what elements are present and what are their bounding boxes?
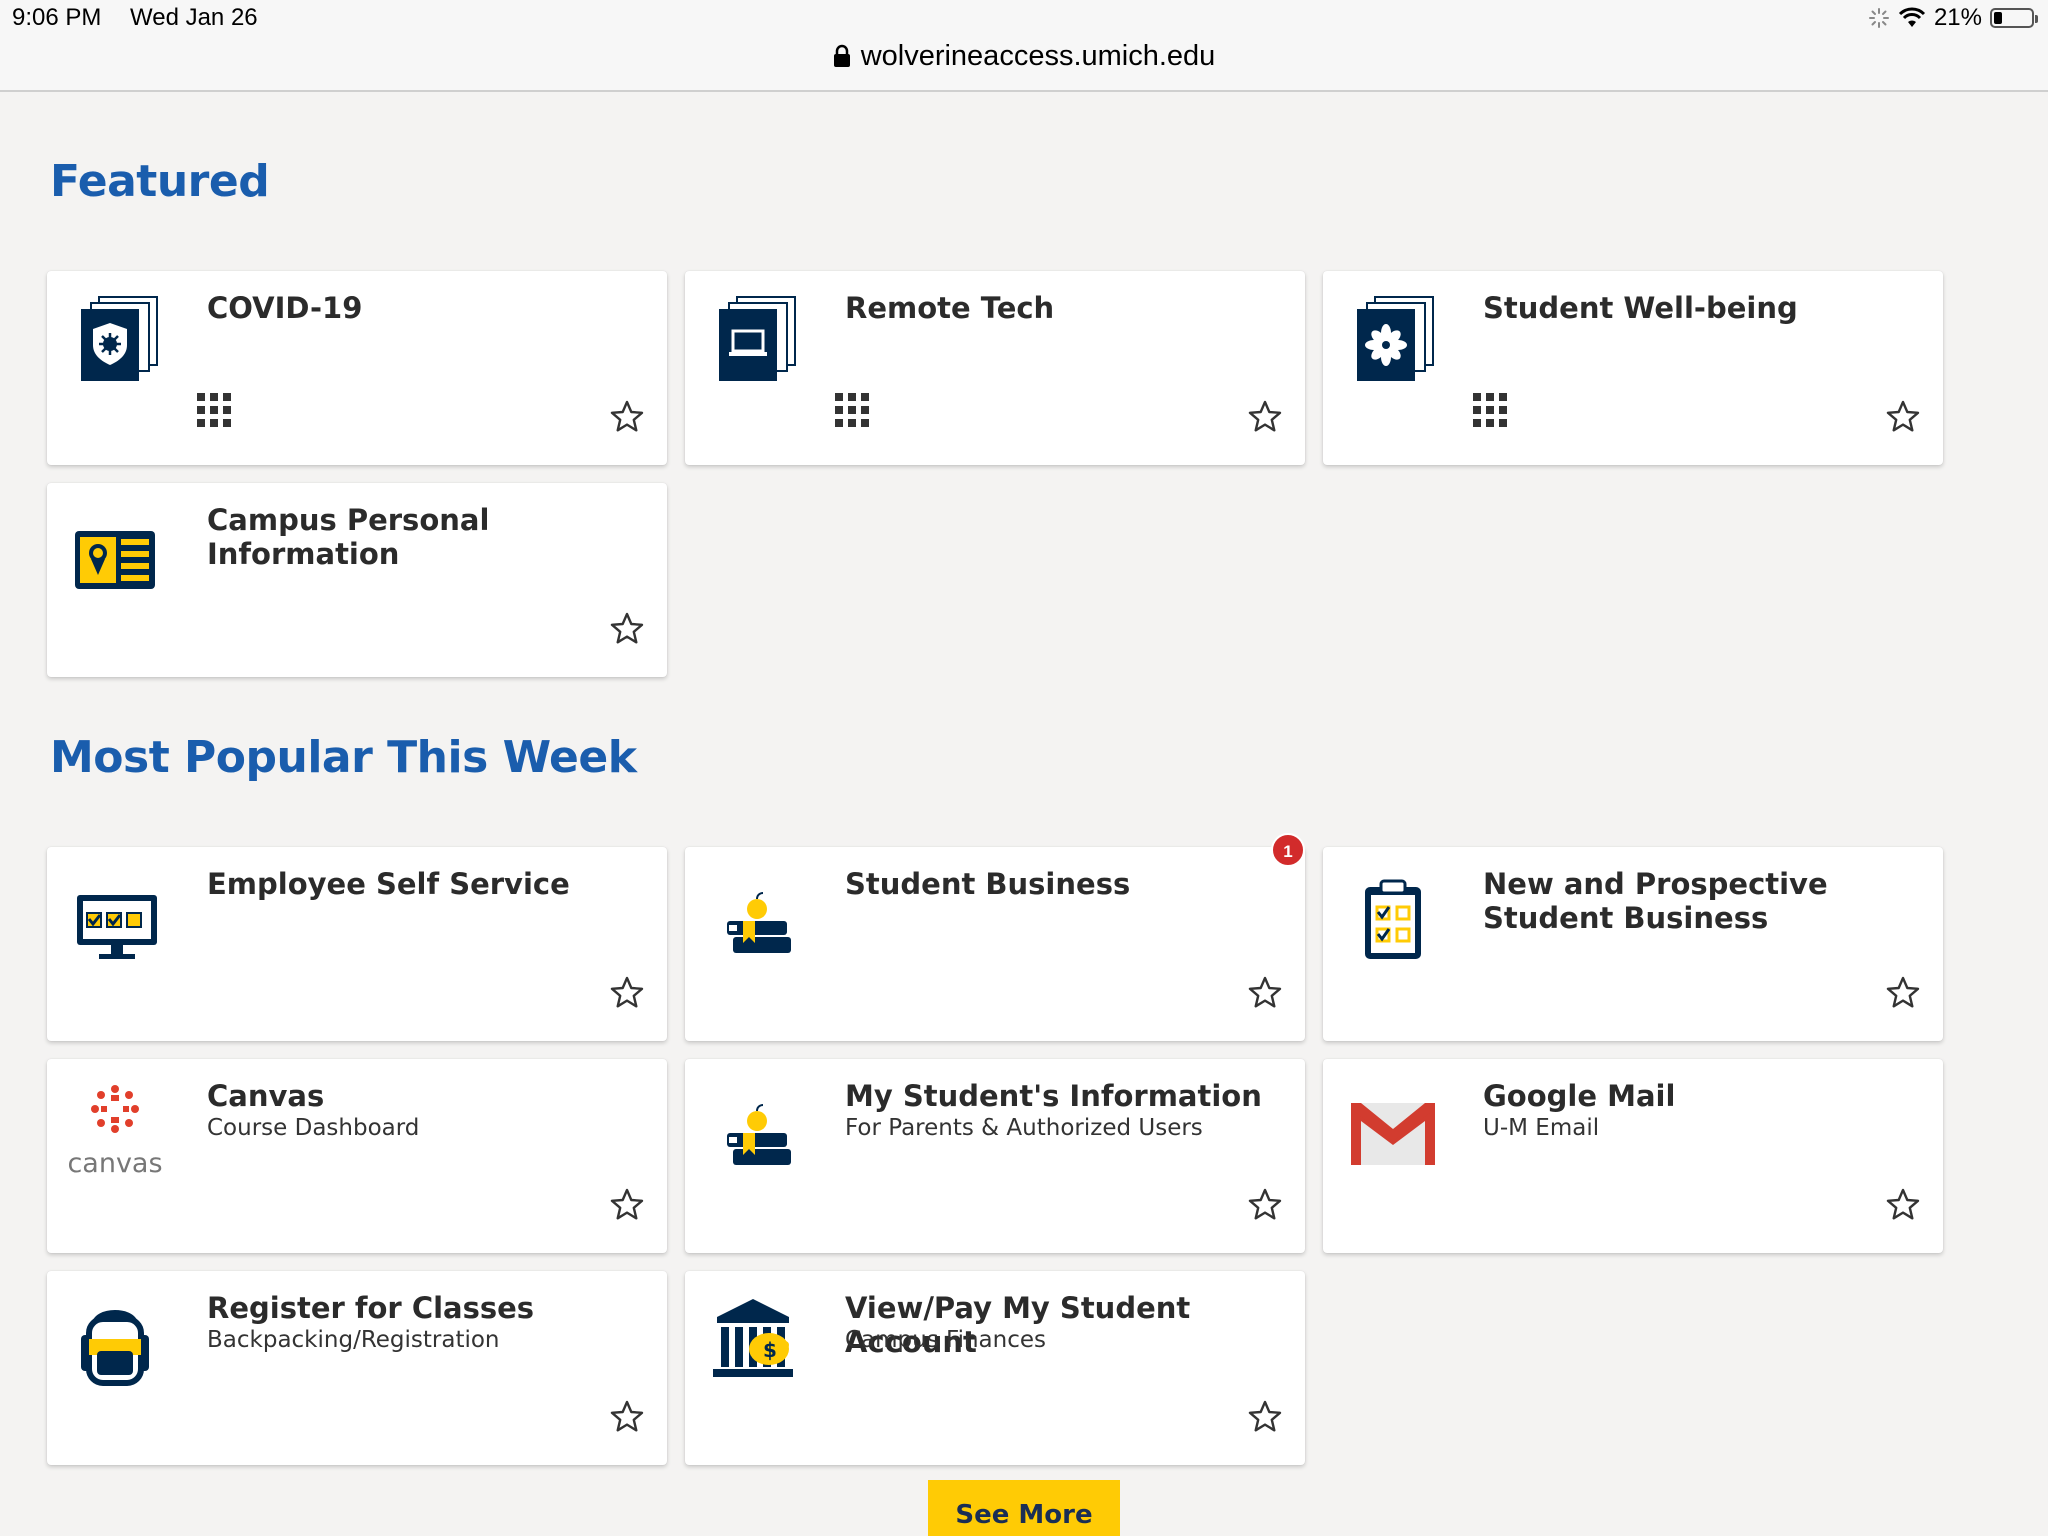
card-canvas[interactable]: canvas Canvas Course Dashboard bbox=[47, 1059, 667, 1253]
canvas-logo-icon: canvas bbox=[65, 1077, 165, 1179]
books-apple-icon bbox=[727, 1104, 791, 1165]
id-card-icon bbox=[75, 531, 155, 589]
featured-heading: Featured bbox=[50, 156, 270, 207]
gmail-logo-icon bbox=[1351, 1103, 1435, 1165]
favorite-star-icon[interactable] bbox=[609, 975, 645, 1011]
favorite-star-icon[interactable] bbox=[1885, 975, 1921, 1011]
card-title: Canvas bbox=[207, 1079, 325, 1113]
card-title: Google Mail bbox=[1483, 1079, 1676, 1113]
monitor-checklist-icon bbox=[77, 895, 157, 959]
card-title: Student Well-being bbox=[1483, 291, 1798, 325]
grid-icon[interactable] bbox=[835, 393, 869, 427]
grid-icon[interactable] bbox=[1473, 393, 1507, 427]
wifi-icon bbox=[1898, 7, 1926, 27]
card-title: Employee Self Service bbox=[207, 867, 570, 901]
bank-piggy-icon: $ bbox=[713, 1299, 793, 1377]
notification-badge: 1 bbox=[1271, 833, 1305, 867]
card-subtitle: Campus Finances bbox=[845, 1327, 1047, 1353]
laptop-icon bbox=[719, 296, 796, 381]
favorite-star-icon[interactable] bbox=[1247, 399, 1283, 435]
battery-icon bbox=[1990, 8, 2038, 28]
card-subtitle: For Parents & Authorized Users bbox=[845, 1115, 1203, 1141]
card-remote-tech[interactable]: Remote Tech bbox=[685, 271, 1305, 465]
popular-heading: Most Popular This Week bbox=[50, 732, 637, 783]
lock-icon bbox=[833, 44, 850, 67]
card-subtitle: Backpacking/Registration bbox=[207, 1327, 500, 1353]
card-title: COVID-19 bbox=[207, 291, 363, 325]
card-title: Student Business bbox=[845, 867, 1131, 901]
url-text: wolverineaccess.umich.edu bbox=[860, 40, 1216, 72]
favorite-star-icon[interactable] bbox=[609, 1399, 645, 1435]
browser-top-bar: 9:06 PM Wed Jan 26 21% wolverineaccess.u… bbox=[0, 0, 2048, 92]
card-title: Remote Tech bbox=[845, 291, 1055, 325]
svg-text:$: $ bbox=[763, 1338, 777, 1362]
card-title: Register for Classes bbox=[207, 1291, 535, 1325]
card-covid-19[interactable]: COVID-19 bbox=[47, 271, 667, 465]
clipboard-checklist-icon bbox=[1365, 879, 1421, 959]
favorite-star-icon[interactable] bbox=[609, 399, 645, 435]
card-google-mail[interactable]: Google Mail U-M Email bbox=[1323, 1059, 1943, 1253]
canvas-logo-text: canvas bbox=[67, 1148, 163, 1179]
card-student-business[interactable]: Student Business 1 bbox=[685, 833, 1305, 1041]
card-employee-self-service[interactable]: Employee Self Service bbox=[47, 847, 667, 1041]
loading-spinner-icon bbox=[1868, 8, 1889, 28]
favorite-star-icon[interactable] bbox=[1247, 975, 1283, 1011]
favorite-star-icon[interactable] bbox=[1885, 1187, 1921, 1223]
grid-icon[interactable] bbox=[197, 393, 231, 427]
battery-percent: 21% bbox=[1933, 4, 1982, 31]
card-subtitle: U-M Email bbox=[1483, 1115, 1600, 1141]
favorite-star-icon[interactable] bbox=[1247, 1399, 1283, 1435]
card-title: Campus Personal Information bbox=[207, 503, 490, 571]
books-apple-icon bbox=[727, 892, 791, 953]
card-title: My Student's Information bbox=[845, 1079, 1262, 1113]
status-date: Wed Jan 26 bbox=[130, 4, 258, 31]
shield-virus-icon bbox=[81, 296, 158, 381]
card-new-and-prospective-student-business[interactable]: New and Prospective Student Business bbox=[1323, 847, 1943, 1041]
backpack-icon bbox=[81, 1310, 149, 1386]
card-view-pay-my-student-account[interactable]: $ View/Pay My Student Account Campus Fin… bbox=[685, 1271, 1305, 1465]
address-bar[interactable]: wolverineaccess.umich.edu bbox=[0, 40, 2048, 73]
card-register-for-classes[interactable]: Register for Classes Backpacking/Registr… bbox=[47, 1271, 667, 1465]
card-my-students-information[interactable]: My Student's Information For Parents & A… bbox=[685, 1059, 1305, 1253]
favorite-star-icon[interactable] bbox=[609, 1187, 645, 1223]
status-time: 9:06 PM bbox=[12, 4, 102, 31]
favorite-star-icon[interactable] bbox=[609, 611, 645, 647]
status-indicators: 21% bbox=[1868, 4, 2038, 32]
flower-icon bbox=[1357, 296, 1434, 381]
see-more-button[interactable]: See More bbox=[928, 1480, 1120, 1536]
favorite-star-icon[interactable] bbox=[1885, 399, 1921, 435]
card-subtitle: Course Dashboard bbox=[207, 1115, 420, 1141]
favorite-star-icon[interactable] bbox=[1247, 1187, 1283, 1223]
card-campus-personal-information[interactable]: Campus Personal Information bbox=[47, 483, 667, 677]
card-student-well-being[interactable]: Student Well-being bbox=[1323, 271, 1943, 465]
card-title: New and Prospective Student Business bbox=[1483, 867, 1828, 935]
